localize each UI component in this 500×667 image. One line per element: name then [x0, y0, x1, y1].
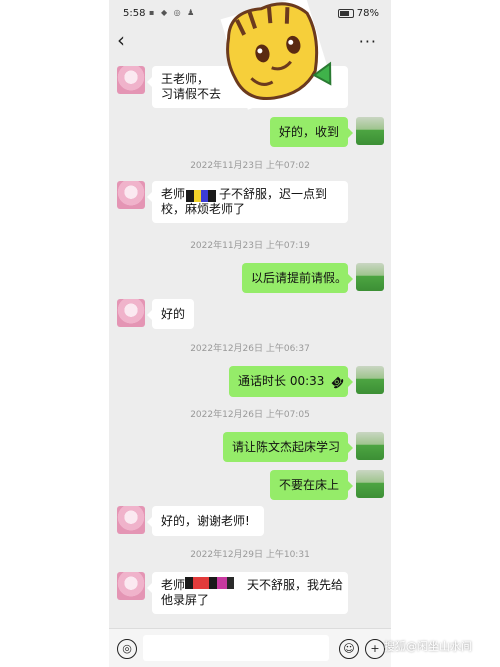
message-text: 好的，谢谢老师! — [161, 514, 250, 528]
call-duration-text: 通话时长 00:33 — [238, 374, 325, 388]
message-text: 天不舒服，我先给 — [247, 578, 344, 592]
user-avatar[interactable] — [356, 366, 384, 394]
status-time: 5:58 — [123, 8, 146, 19]
timestamp: 2022年11月23日 上午07:19 — [190, 241, 310, 251]
notification-icons: ▪ ◆ ◎ ♟ — [149, 8, 197, 17]
message-bubble-received[interactable]: 老师 子不舒服，迟一点到 校，麻烦老师了 — [147, 181, 348, 223]
timestamp: 2022年12月26日 上午07:05 — [190, 410, 310, 420]
plus-icon[interactable]: + — [365, 639, 385, 659]
timestamp: 2022年12月29日 上午10:31 — [190, 550, 310, 560]
message-bubble-received[interactable]: 好的，谢谢老师! — [147, 506, 264, 536]
message-text: 老师 — [161, 187, 186, 201]
teacher-avatar[interactable] — [117, 299, 145, 327]
battery-icon — [337, 8, 354, 18]
user-avatar[interactable] — [356, 117, 384, 145]
emoji-icon[interactable]: ☺ — [339, 639, 359, 659]
tiger-sticker-overlay — [220, 0, 332, 110]
watermark-text: 搜狐@闲坐山水间 — [384, 640, 472, 653]
more-icon[interactable]: ··· — [359, 32, 377, 51]
message-bubble-sent[interactable]: 请让陈文杰起床学习 — [223, 432, 353, 462]
user-avatar[interactable] — [356, 470, 384, 498]
teacher-avatar[interactable] — [117, 66, 145, 94]
timestamp: 2022年12月26日 上午06:37 — [190, 344, 310, 354]
message-text: 好的，收到 — [279, 125, 340, 139]
message-text: 子不舒服，迟一点到 — [219, 187, 328, 201]
call-record-bubble[interactable]: 通话时长 00:33 ☎ — [229, 366, 353, 397]
message-text: 请让陈文杰起床学习 — [232, 440, 341, 454]
battery-indicator: 78% — [337, 8, 379, 19]
voice-input-icon[interactable]: ◎ — [117, 639, 137, 659]
message-bubble-sent[interactable]: 不要在床上 — [270, 470, 353, 500]
teacher-avatar[interactable] — [117, 572, 145, 600]
back-icon[interactable]: ‹ — [117, 28, 125, 52]
message-bubble-sent[interactable]: 好的，收到 — [270, 117, 353, 147]
redaction-mark — [186, 187, 216, 202]
message-input[interactable] — [143, 635, 329, 661]
timestamp: 2022年11月23日 上午07:02 — [190, 161, 310, 171]
message-text: 以后请提前请假。 — [251, 271, 348, 285]
message-bubble-received[interactable]: 老师 天不舒服，我先给 他录屏了 — [147, 572, 348, 614]
user-avatar[interactable] — [356, 432, 384, 460]
message-text: 他录屏了 — [161, 593, 210, 607]
teacher-avatar[interactable] — [117, 181, 145, 209]
message-bubble-received[interactable]: 好的 — [147, 299, 194, 329]
message-bubble-sent[interactable]: 以后请提前请假。 — [242, 263, 353, 293]
message-text: 校，麻烦老师了 — [161, 202, 246, 216]
message-text: 老师 — [161, 578, 186, 592]
message-text: 不要在床上 — [279, 478, 340, 492]
user-avatar[interactable] — [356, 263, 384, 291]
chat-input-bar: ◎ ☺ + — [109, 628, 391, 667]
battery-level: 78% — [356, 8, 379, 19]
phone-call-icon: ☎ — [328, 372, 348, 392]
teacher-avatar[interactable] — [117, 506, 145, 534]
redaction-mark — [185, 574, 234, 589]
message-text: 好的 — [161, 307, 186, 321]
